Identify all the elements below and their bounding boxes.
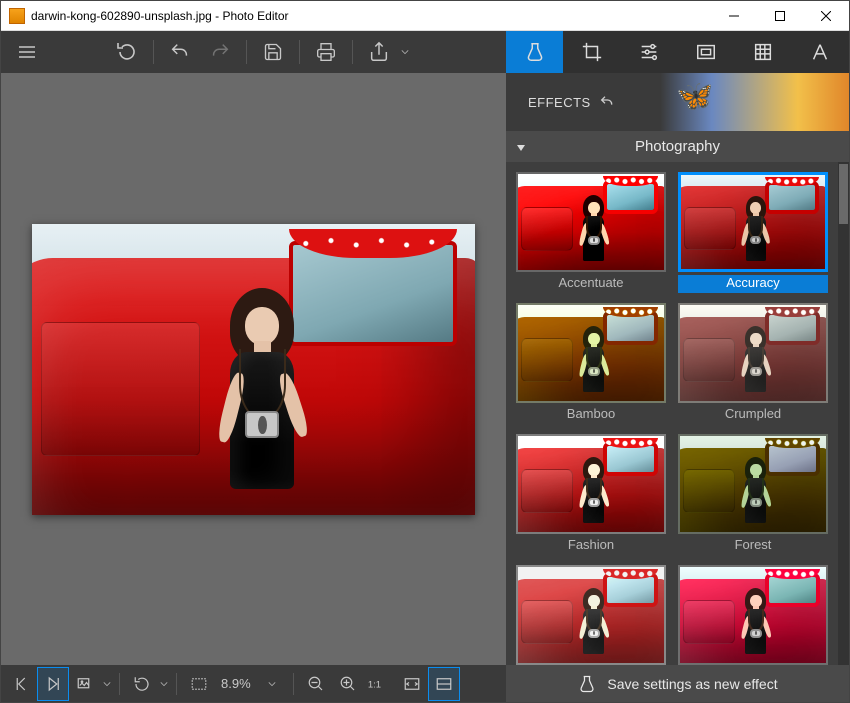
close-button[interactable] <box>803 1 849 31</box>
bottom-toolbar: 8.9% 1:1 <box>1 665 506 702</box>
save-effect-button[interactable]: Save settings as new effect <box>506 665 849 702</box>
effect-label: Fashion <box>516 537 666 555</box>
share-dropdown-caret[interactable] <box>399 48 411 56</box>
effect-thumbnail <box>516 303 666 403</box>
redo-button[interactable] <box>200 32 240 72</box>
zoom-out-button[interactable] <box>300 667 332 701</box>
main-toolbar <box>1 31 506 73</box>
effect-thumbnail <box>516 565 666 665</box>
zoom-value: 8.9% <box>215 676 257 691</box>
effect-label: Forest <box>678 537 828 555</box>
zoom-in-button[interactable] <box>332 667 364 701</box>
effect-thumbnail <box>516 434 666 534</box>
save-effect-label: Save settings as new effect <box>607 676 777 692</box>
gallery-button[interactable] <box>69 667 101 701</box>
menu-button[interactable] <box>7 32 47 72</box>
rotate-caret[interactable] <box>158 680 170 688</box>
collapse-icon <box>516 142 526 152</box>
right-tabs <box>506 31 849 73</box>
window-title: darwin-kong-602890-unsplash.jpg - Photo … <box>31 9 289 23</box>
flask-icon <box>577 674 597 694</box>
slideshow-button[interactable] <box>37 667 69 701</box>
prev-image-button[interactable] <box>5 667 37 701</box>
app-icon <box>9 8 25 24</box>
print-button[interactable] <box>306 32 346 72</box>
effect-thumbnail <box>678 565 828 665</box>
effect-thumbnail <box>678 434 828 534</box>
rotate-button[interactable] <box>126 667 158 701</box>
effect-thumbnail <box>516 172 666 272</box>
butterfly-decoration: 🦋 <box>676 79 713 114</box>
effect-label: Bamboo <box>516 406 666 424</box>
tab-text[interactable] <box>792 31 849 73</box>
effect-fashion[interactable]: Fashion <box>516 434 666 555</box>
main-photo <box>32 224 475 515</box>
effect-item-7[interactable] <box>678 565 828 665</box>
category-name: Photography <box>635 138 720 155</box>
actual-size-button[interactable]: 1:1 <box>364 667 396 701</box>
effect-item-6[interactable] <box>516 565 666 665</box>
effects-scrollbar[interactable] <box>838 162 849 665</box>
undo-all-button[interactable] <box>107 32 147 72</box>
effect-accentuate[interactable]: Accentuate <box>516 172 666 293</box>
effects-header: EFFECTS 🦋 <box>506 73 849 131</box>
tab-crop[interactable] <box>563 31 620 73</box>
category-header[interactable]: Photography <box>506 131 849 162</box>
effect-label: Crumpled <box>678 406 828 424</box>
tab-adjust[interactable] <box>620 31 677 73</box>
maximize-button[interactable] <box>757 1 803 31</box>
effect-thumbnail <box>678 172 828 272</box>
reset-effects-icon[interactable] <box>599 94 615 110</box>
minimize-button[interactable] <box>711 1 757 31</box>
share-button[interactable] <box>359 32 399 72</box>
effect-forest[interactable]: Forest <box>678 434 828 555</box>
tab-effects[interactable] <box>506 31 563 73</box>
fit-window-button[interactable] <box>396 667 428 701</box>
effect-crumpled[interactable]: Crumpled <box>678 303 828 424</box>
effects-header-label: EFFECTS <box>528 95 591 110</box>
zoom-caret[interactable] <box>257 680 287 688</box>
canvas-area[interactable] <box>1 73 506 665</box>
effect-label: Accuracy <box>678 275 828 293</box>
undo-button[interactable] <box>160 32 200 72</box>
save-button[interactable] <box>253 32 293 72</box>
fit-mode-button[interactable] <box>183 667 215 701</box>
effect-bamboo[interactable]: Bamboo <box>516 303 666 424</box>
titlebar: darwin-kong-602890-unsplash.jpg - Photo … <box>1 1 849 31</box>
effects-sidebar: EFFECTS 🦋 Photography Accentuate Accurac… <box>506 73 849 665</box>
tab-vignette[interactable] <box>678 31 735 73</box>
effect-label: Accentuate <box>516 275 666 293</box>
svg-text:1:1: 1:1 <box>368 679 381 690</box>
tab-texture[interactable] <box>735 31 792 73</box>
fill-window-button[interactable] <box>428 667 460 701</box>
effect-accuracy[interactable]: Accuracy <box>678 172 828 293</box>
effect-thumbnail <box>678 303 828 403</box>
gallery-caret[interactable] <box>101 680 113 688</box>
effects-grid: Accentuate Accuracy Bamboo Crumpled Fash… <box>506 162 838 665</box>
